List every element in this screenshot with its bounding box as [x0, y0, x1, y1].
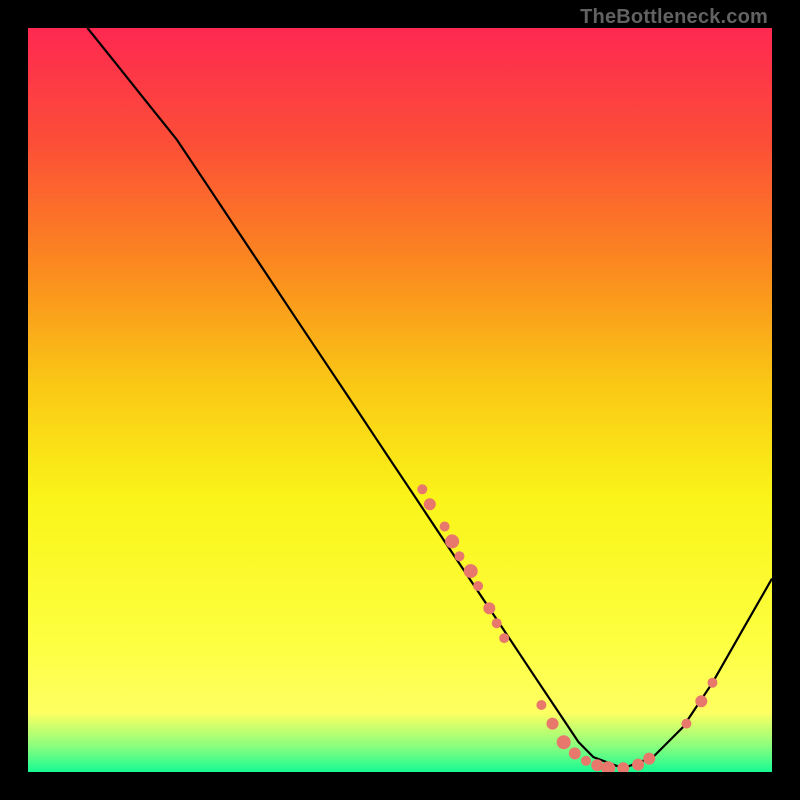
data-point — [581, 756, 591, 766]
data-point — [643, 753, 655, 765]
data-point — [591, 759, 603, 771]
data-point — [695, 695, 707, 707]
data-point — [536, 700, 546, 710]
data-point — [417, 484, 427, 494]
data-point — [557, 735, 571, 749]
data-point — [483, 602, 495, 614]
data-point — [547, 718, 559, 730]
data-point — [424, 498, 436, 510]
data-point — [499, 633, 509, 643]
chart-background — [28, 28, 772, 772]
data-point — [632, 759, 644, 771]
data-point — [440, 522, 450, 532]
chart-svg — [28, 28, 772, 772]
data-point — [492, 618, 502, 628]
data-point — [464, 564, 478, 578]
chart-frame — [28, 28, 772, 772]
data-point — [473, 581, 483, 591]
watermark-text: TheBottleneck.com — [580, 6, 768, 29]
data-point — [569, 747, 581, 759]
data-point — [708, 678, 718, 688]
data-point — [681, 719, 691, 729]
data-point — [455, 551, 465, 561]
data-point — [445, 534, 459, 548]
